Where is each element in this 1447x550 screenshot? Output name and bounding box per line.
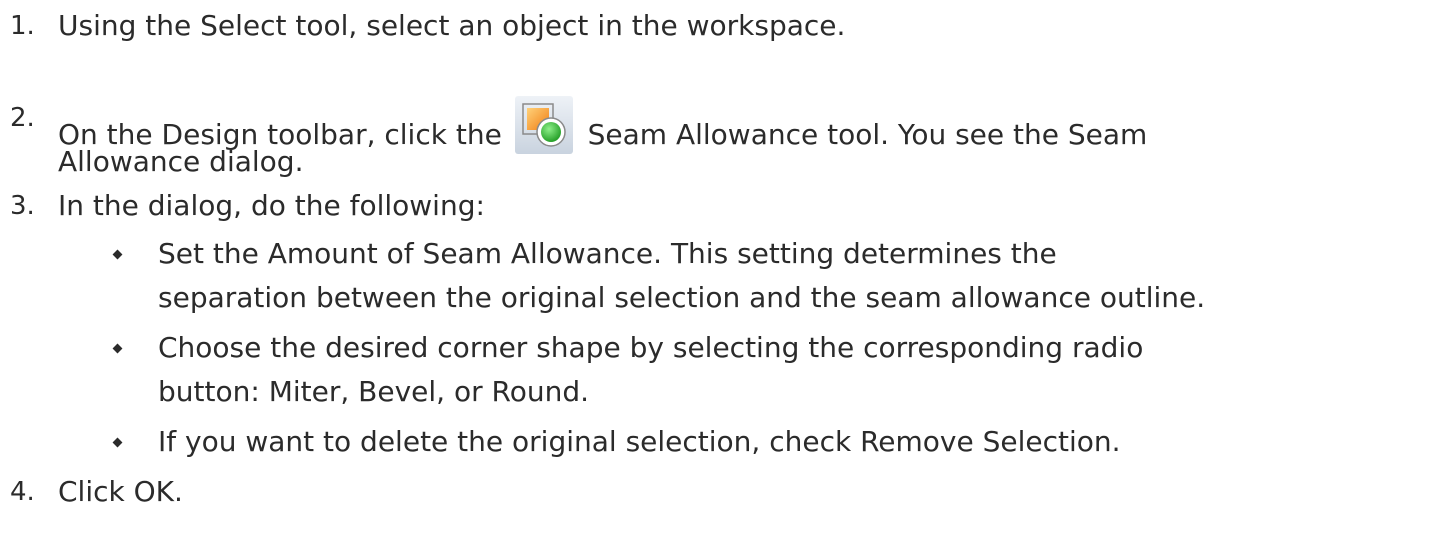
- step-text: Using the Select tool, select an object …: [58, 9, 846, 42]
- diamond-bullet-icon: [112, 249, 123, 260]
- bullet-text: If you want to delete the original selec…: [158, 425, 1121, 458]
- step-text-after-icon: Seam Allowance tool. You see the Seam: [587, 118, 1148, 151]
- step-number: 2.: [10, 103, 35, 133]
- seam-allowance-icon: [514, 96, 573, 154]
- step-text: Click OK.: [58, 475, 183, 508]
- diamond-bullet-icon: [112, 343, 123, 354]
- bullet-text: Choose the desired corner shape by selec…: [158, 331, 1144, 364]
- step-number: 4.: [10, 477, 35, 507]
- bullet-text-continuation: separation between the original selectio…: [158, 281, 1206, 314]
- step-text-continuation: Allowance dialog.: [58, 145, 304, 178]
- instructions-document: 1. Using the Select tool, select an obje…: [0, 0, 1447, 550]
- step-text: In the dialog, do the following:: [58, 189, 485, 222]
- step-number: 1.: [10, 11, 35, 41]
- bullet-text-continuation: button: Miter, Bevel, or Round.: [158, 375, 589, 408]
- bullet-text: Set the Amount of Seam Allowance. This s…: [158, 237, 1057, 270]
- diamond-bullet-icon: [112, 437, 123, 448]
- step-number: 3.: [10, 191, 35, 221]
